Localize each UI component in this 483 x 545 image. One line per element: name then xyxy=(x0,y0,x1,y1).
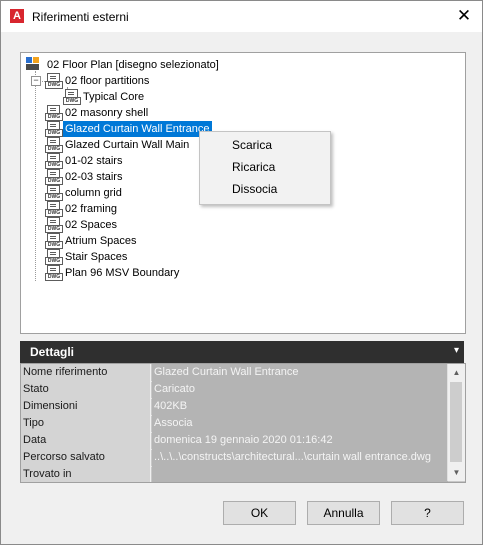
details-row: Tipo Associa xyxy=(21,415,448,433)
details-key: Percorso salvato xyxy=(21,449,151,466)
details-value: Caricato xyxy=(152,381,448,398)
dwg-file-icon: DWG xyxy=(45,137,63,153)
dwg-file-icon: DWG xyxy=(45,121,63,137)
details-row: Dimensioni 402KB xyxy=(21,398,448,416)
close-icon[interactable]: ✕ xyxy=(454,6,474,26)
tree-connector-line xyxy=(35,71,36,281)
tree-item-label: 02 framing xyxy=(65,203,117,215)
details-value: domenica 19 gennaio 2020 01:16:42 xyxy=(152,432,448,449)
dwg-file-icon: DWG xyxy=(45,185,63,201)
details-row: Stato Caricato xyxy=(21,381,448,399)
details-row: Data domenica 19 gennaio 2020 01:16:42 xyxy=(21,432,448,450)
tree-item-label: Stair Spaces xyxy=(65,251,128,263)
dwg-file-icon: DWG xyxy=(45,217,63,233)
tree-item-label: 01-02 stairs xyxy=(65,155,123,167)
details-value: Glazed Curtain Wall Entrance xyxy=(152,364,448,381)
context-menu-unload[interactable]: Scarica xyxy=(232,138,272,152)
details-title: Dettagli xyxy=(30,345,75,359)
tree-item-label: Typical Core xyxy=(83,91,145,103)
help-button[interactable]: ? xyxy=(391,501,464,525)
details-key: Trovato in xyxy=(21,466,151,482)
details-table: Nome riferimento Glazed Curtain Wall Ent… xyxy=(20,363,466,483)
tree-item-label: 02 floor partitions xyxy=(65,75,150,87)
collapse-icon[interactable]: − xyxy=(31,76,41,86)
tree-item-label: 02-03 stairs xyxy=(65,171,123,183)
dwg-file-icon: DWG xyxy=(45,169,63,185)
details-header: Dettagli ▾ xyxy=(20,341,464,363)
details-key: Data xyxy=(21,432,151,449)
details-row: Percorso salvato ..\..\..\constructs\arc… xyxy=(21,449,448,467)
scroll-thumb[interactable] xyxy=(450,382,462,462)
tree-root-label: 02 Floor Plan [disegno selezionato] xyxy=(47,59,219,71)
cancel-button[interactable]: Annulla xyxy=(307,501,380,525)
context-menu: Scarica Ricarica Dissocia xyxy=(199,131,331,205)
details-scrollbar[interactable]: ▲ ▼ xyxy=(447,364,465,481)
details-key: Tipo xyxy=(21,415,151,432)
dwg-file-icon: DWG xyxy=(45,233,63,249)
tree-item-label: Atrium Spaces xyxy=(65,235,137,247)
scroll-down-icon[interactable]: ▼ xyxy=(448,464,465,481)
details-row: Trovato in xyxy=(21,466,448,482)
details-value: ..\..\..\constructs\architectural...\cur… xyxy=(152,449,448,466)
tree-item-label: Glazed Curtain Wall Main xyxy=(65,139,190,151)
dwg-file-icon: DWG xyxy=(45,153,63,169)
dwg-file-icon: DWG xyxy=(45,73,63,89)
dwg-file-icon: DWG xyxy=(63,89,81,105)
context-menu-reload[interactable]: Ricarica xyxy=(232,160,275,174)
details-row: Nome riferimento Glazed Curtain Wall Ent… xyxy=(21,364,448,382)
tree-item-label: 02 masonry shell xyxy=(65,107,149,119)
scroll-up-icon[interactable]: ▲ xyxy=(448,364,465,381)
ok-button[interactable]: OK xyxy=(223,501,296,525)
dwg-file-icon: DWG xyxy=(45,249,63,265)
autocad-app-icon: A xyxy=(10,9,24,23)
dwg-file-icon: DWG xyxy=(45,265,63,281)
details-value: Associa xyxy=(152,415,448,432)
tree-item-label: 02 Spaces xyxy=(65,219,117,231)
details-key: Stato xyxy=(21,381,151,398)
title-bar[interactable]: A Riferimenti esterni ✕ xyxy=(1,1,482,32)
chevron-down-icon[interactable]: ▾ xyxy=(454,345,459,356)
details-key: Dimensioni xyxy=(21,398,151,415)
details-value xyxy=(152,466,448,482)
tree-item-label: Glazed Curtain Wall Entrance xyxy=(63,121,212,137)
dwg-file-icon: DWG xyxy=(45,105,63,121)
tree-item-label: Plan 96 MSV Boundary xyxy=(65,267,180,279)
dwg-file-icon: DWG xyxy=(45,201,63,217)
details-value: 402KB xyxy=(152,398,448,415)
details-key: Nome riferimento xyxy=(21,364,151,381)
external-references-dialog: A Riferimenti esterni ✕ 02 Floor Plan [d… xyxy=(0,0,483,545)
drawing-root-icon xyxy=(26,57,40,71)
context-menu-detach[interactable]: Dissocia xyxy=(232,182,277,196)
tree-item-label: column grid xyxy=(65,187,122,199)
window-title: Riferimenti esterni xyxy=(32,10,129,24)
